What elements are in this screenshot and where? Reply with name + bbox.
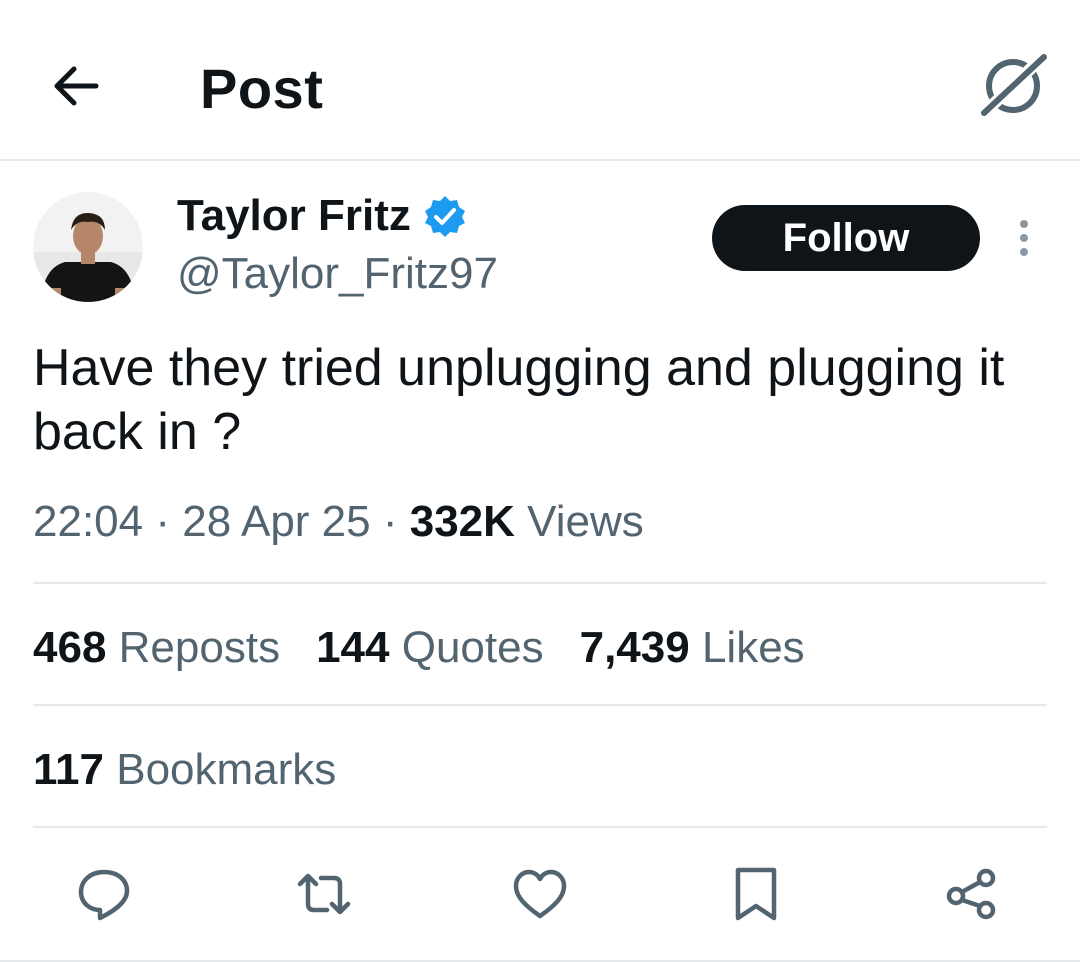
top-bar: Post bbox=[0, 0, 1080, 160]
meta-separator: · bbox=[382, 497, 398, 546]
reply-icon[interactable] bbox=[74, 864, 134, 924]
quotes-stat[interactable]: 144 Quotes bbox=[316, 620, 544, 676]
quotes-label: Quotes bbox=[401, 623, 544, 672]
grok-icon[interactable] bbox=[978, 51, 1049, 119]
tweet-meta: 22:04 · 28 Apr 25 · 332K Views bbox=[33, 494, 644, 550]
bookmark-icon[interactable] bbox=[726, 864, 786, 924]
avatar[interactable] bbox=[33, 192, 143, 302]
reposts-stat[interactable]: 468 Reposts bbox=[33, 620, 280, 676]
meta-separator: · bbox=[155, 497, 170, 546]
share-icon[interactable] bbox=[940, 864, 1000, 924]
likes-label: Likes bbox=[701, 623, 805, 672]
verified-badge-icon bbox=[423, 194, 467, 238]
divider bbox=[33, 826, 1047, 828]
views-label: Views bbox=[527, 497, 644, 546]
display-name: Taylor Fritz bbox=[177, 191, 411, 240]
reposts-label: Reposts bbox=[118, 623, 281, 672]
likes-stat[interactable]: 7,439 Likes bbox=[580, 620, 805, 676]
arrow-left-icon[interactable] bbox=[50, 60, 102, 112]
author-handle[interactable]: @Taylor_Fritz97 bbox=[177, 248, 498, 300]
engagement-stats: 468 Reposts 144 Quotes 7,439 Likes bbox=[33, 620, 841, 676]
page-title: Post bbox=[200, 57, 324, 120]
tweet-time[interactable]: 22:04 bbox=[33, 497, 143, 546]
divider bbox=[33, 582, 1047, 584]
tweet-text: Have they tried unplugging and plugging … bbox=[33, 339, 1005, 461]
tweet-date[interactable]: 28 Apr 25 bbox=[182, 497, 370, 546]
divider bbox=[33, 704, 1047, 706]
repost-icon[interactable] bbox=[294, 864, 354, 924]
more-options-icon[interactable] bbox=[1006, 214, 1042, 262]
likes-count: 7,439 bbox=[579, 623, 690, 672]
quotes-count: 144 bbox=[316, 623, 390, 672]
follow-button[interactable]: Follow bbox=[712, 205, 980, 271]
reposts-count: 468 bbox=[33, 623, 107, 672]
views-count: 332K bbox=[409, 497, 515, 546]
bookmarks-label: Bookmarks bbox=[116, 745, 337, 794]
author-name-row[interactable]: Taylor Fritz bbox=[177, 190, 467, 242]
bookmarks-stat[interactable]: 117 Bookmarks bbox=[33, 742, 336, 798]
header-divider bbox=[0, 159, 1080, 161]
like-icon[interactable] bbox=[510, 864, 570, 924]
bookmarks-count: 117 bbox=[33, 745, 104, 794]
